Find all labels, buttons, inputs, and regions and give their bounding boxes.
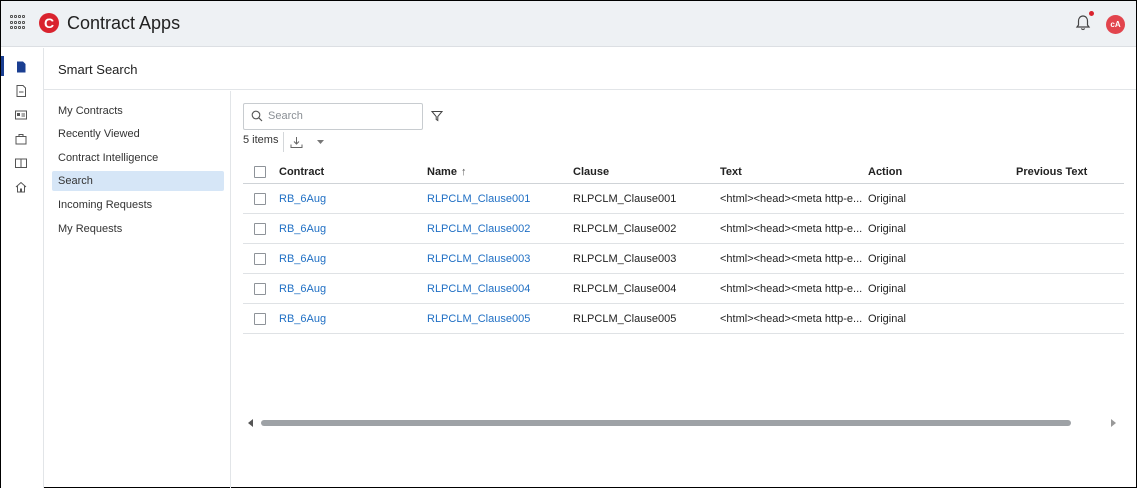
page-header: Smart Search — [44, 48, 1136, 90]
row-checkbox[interactable] — [254, 283, 266, 295]
nav-item-my-requests[interactable]: My Requests — [52, 219, 224, 239]
text-cell: <html><head><meta http-e... — [720, 312, 863, 325]
book-icon[interactable] — [15, 157, 27, 169]
scroll-right-arrow-icon[interactable] — [1111, 419, 1116, 427]
export-icon[interactable] — [290, 136, 303, 149]
search-input[interactable] — [268, 104, 418, 128]
table-row[interactable]: RB_6Aug RLPCLM_Clause001 RLPCLM_Clause00… — [243, 184, 1124, 214]
action-cell: Original — [868, 282, 906, 295]
clause-cell: RLPCLM_Clause004 — [573, 282, 677, 295]
nav-item-recently-viewed[interactable]: Recently Viewed — [52, 124, 224, 144]
clause-cell: RLPCLM_Clause002 — [573, 222, 677, 235]
scroll-left-arrow-icon[interactable] — [248, 419, 253, 427]
search-icon — [251, 110, 263, 122]
action-cell: Original — [868, 252, 906, 265]
text-cell: <html><head><meta http-e... — [720, 222, 863, 235]
briefcase-icon[interactable] — [15, 133, 27, 145]
user-avatar[interactable]: cA — [1106, 15, 1125, 34]
name-link[interactable]: RLPCLM_Clause004 — [427, 274, 567, 303]
left-rail — [1, 48, 44, 488]
file-icon[interactable] — [15, 85, 27, 97]
table-row[interactable]: RB_6Aug RLPCLM_Clause004 RLPCLM_Clause00… — [243, 274, 1124, 304]
name-link[interactable]: RLPCLM_Clause002 — [427, 214, 567, 243]
table-row[interactable]: RB_6Aug RLPCLM_Clause002 RLPCLM_Clause00… — [243, 214, 1124, 244]
app-launcher-icon[interactable] — [10, 15, 26, 31]
rail-active-indicator — [1, 56, 4, 76]
previous-text-cell — [1016, 304, 1116, 333]
select-all-checkbox[interactable] — [254, 166, 266, 178]
items-count: 5 items — [243, 134, 279, 146]
sort-ascending-icon: ↑ — [460, 165, 467, 178]
row-checkbox[interactable] — [254, 313, 266, 325]
column-header-contract[interactable]: Contract — [279, 160, 419, 183]
text-cell: <html><head><meta http-e... — [720, 192, 863, 205]
clause-cell: RLPCLM_Clause005 — [573, 312, 677, 325]
contract-link[interactable]: RB_6Aug — [279, 304, 419, 333]
action-cell: Original — [868, 222, 906, 235]
nav-item-contract-intelligence[interactable]: Contract Intelligence — [52, 148, 224, 168]
name-link[interactable]: RLPCLM_Clause003 — [427, 244, 567, 273]
filter-icon[interactable] — [431, 110, 443, 122]
row-checkbox[interactable] — [254, 223, 266, 235]
column-header-name[interactable]: Name ↑ — [427, 160, 567, 183]
secondary-nav: My Contracts Recently Viewed Contract In… — [44, 91, 231, 488]
nav-item-search[interactable]: Search — [52, 171, 224, 191]
action-cell: Original — [868, 312, 906, 325]
contract-link[interactable]: RB_6Aug — [279, 184, 419, 213]
brand-logo: C — [39, 13, 59, 33]
contract-link[interactable]: RB_6Aug — [279, 244, 419, 273]
contract-link[interactable]: RB_6Aug — [279, 274, 419, 303]
notification-badge — [1089, 11, 1094, 16]
nav-item-incoming-requests[interactable]: Incoming Requests — [52, 195, 224, 215]
clause-cell: RLPCLM_Clause003 — [573, 252, 677, 265]
chevron-down-icon[interactable] — [317, 139, 324, 145]
id-card-icon[interactable] — [15, 109, 27, 121]
name-link[interactable]: RLPCLM_Clause005 — [427, 304, 567, 333]
top-bar: C Contract Apps cA — [1, 1, 1136, 47]
row-checkbox[interactable] — [254, 253, 266, 265]
contract-link[interactable]: RB_6Aug — [279, 214, 419, 243]
horizontal-scrollbar[interactable] — [245, 416, 1125, 430]
column-header-name-label: Name — [427, 165, 457, 178]
text-cell: <html><head><meta http-e... — [720, 252, 863, 265]
action-cell: Original — [868, 192, 906, 205]
row-checkbox[interactable] — [254, 193, 266, 205]
table-header-row: Contract Name ↑ Clause Text Action Previo… — [243, 160, 1124, 184]
table-row[interactable]: RB_6Aug RLPCLM_Clause005 RLPCLM_Clause00… — [243, 304, 1124, 334]
nav-item-my-contracts[interactable]: My Contracts — [52, 101, 224, 121]
home-icon[interactable] — [15, 181, 27, 193]
page-title: Smart Search — [58, 62, 138, 77]
previous-text-cell — [1016, 244, 1116, 273]
document-icon[interactable] — [15, 61, 27, 73]
clause-cell: RLPCLM_Clause001 — [573, 192, 677, 205]
search-box — [243, 103, 423, 130]
notification-bell-icon[interactable] — [1074, 14, 1092, 32]
column-header-previous-text[interactable]: Previous Text — [1016, 160, 1116, 183]
column-header-clause[interactable]: Clause — [573, 160, 713, 183]
toolbar-divider — [283, 132, 284, 152]
column-header-action[interactable]: Action — [868, 160, 988, 183]
previous-text-cell — [1016, 274, 1116, 303]
previous-text-cell — [1016, 214, 1116, 243]
text-cell: <html><head><meta http-e... — [720, 282, 863, 295]
scrollbar-thumb[interactable] — [261, 420, 1071, 426]
previous-text-cell — [1016, 184, 1116, 213]
table-row[interactable]: RB_6Aug RLPCLM_Clause003 RLPCLM_Clause00… — [243, 244, 1124, 274]
app-title[interactable]: Contract Apps — [67, 13, 180, 34]
column-header-text[interactable]: Text — [720, 160, 868, 183]
name-link[interactable]: RLPCLM_Clause001 — [427, 184, 567, 213]
